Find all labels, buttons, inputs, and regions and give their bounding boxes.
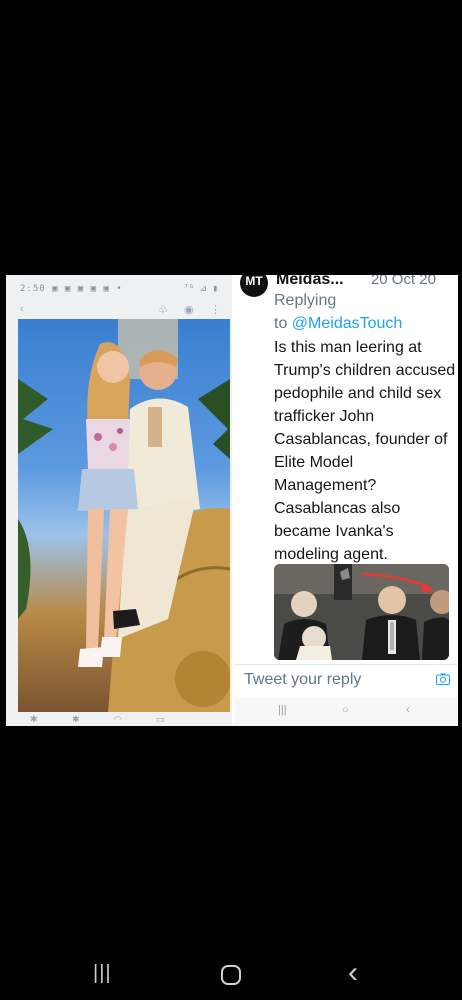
gallery-bottom-bar: ✱ ✱ ◠ ▭	[6, 714, 232, 726]
recent-apps-button[interactable]: |||	[93, 962, 112, 985]
reply-bar: Tweet your reply	[234, 664, 458, 699]
photo-illustration	[18, 319, 230, 712]
tweet-nav-bar: ||| ○ ‹	[234, 698, 458, 726]
tweet-media[interactable]	[274, 564, 449, 660]
status-bar: 2:50 ▣ ▣ ▣ ▣ ▣ • ⁷ᴳ ⊿ ▮	[6, 275, 232, 301]
shared-image[interactable]: 2:50 ▣ ▣ ▣ ▣ ▣ • ⁷ᴳ ⊿ ▮ ‹ ♧ ◉ ⋮ ✱ ✱ ◠ ▭ …	[6, 275, 458, 726]
photo-screenshot: 2:50 ▣ ▣ ▣ ▣ ▣ • ⁷ᴳ ⊿ ▮ ‹ ♧ ◉ ⋮ ✱ ✱ ◠ ▭	[6, 275, 232, 726]
tweet-date: 20 Oct 20	[370, 275, 436, 288]
status-time: 2:50 ▣ ▣ ▣ ▣ ▣ •	[20, 284, 123, 294]
inner-recent-apps-button[interactable]: |||	[278, 704, 287, 716]
system-nav-bar: ||| ‹	[0, 950, 462, 1000]
media-photo	[274, 564, 449, 660]
inner-back-button[interactable]: ‹	[406, 704, 410, 716]
nav-icon-2[interactable]: ✱	[72, 714, 80, 725]
avatar[interactable]: MT	[240, 275, 268, 297]
gallery-toolbar: ‹ ♧ ◉ ⋮	[6, 301, 232, 321]
status-signal: ⁷ᴳ ⊿ ▮	[183, 284, 218, 294]
tweet-screenshot: MT Meidas... 20 Oct 20 Replying to @Meid…	[234, 275, 458, 726]
reply-context: Replying to @MeidasTouch	[274, 289, 402, 335]
replying-label: Replying	[274, 292, 337, 309]
phone-screen: 2:50 ▣ ▣ ▣ ▣ ▣ • ⁷ᴳ ⊿ ▮ ‹ ♧ ◉ ⋮ ✱ ✱ ◠ ▭ …	[0, 0, 462, 1000]
back-button[interactable]: ‹	[348, 956, 358, 990]
more-icon[interactable]: ⋮	[210, 303, 221, 316]
avatar-text: MT	[245, 275, 263, 288]
author-name[interactable]: Meidas...	[276, 275, 344, 289]
nav-icon-1[interactable]: ✱	[30, 714, 38, 725]
reply-input[interactable]: Tweet your reply	[244, 671, 361, 689]
inner-home-button[interactable]: ○	[342, 704, 349, 716]
mention-link[interactable]: @MeidasTouch	[292, 315, 403, 332]
back-icon[interactable]: ‹	[20, 303, 24, 315]
eye-icon[interactable]: ◉	[184, 303, 194, 316]
home-button[interactable]	[220, 964, 242, 986]
couple-photo	[18, 319, 230, 712]
nav-icon-3[interactable]: ◠	[114, 714, 122, 725]
hands-icon[interactable]: ♧	[158, 303, 168, 316]
to-label: to	[274, 315, 288, 332]
camera-icon[interactable]	[436, 673, 450, 685]
nav-icon-4[interactable]: ▭	[156, 714, 165, 725]
tweet-text: Is this man leering at Trump's children …	[274, 339, 456, 563]
